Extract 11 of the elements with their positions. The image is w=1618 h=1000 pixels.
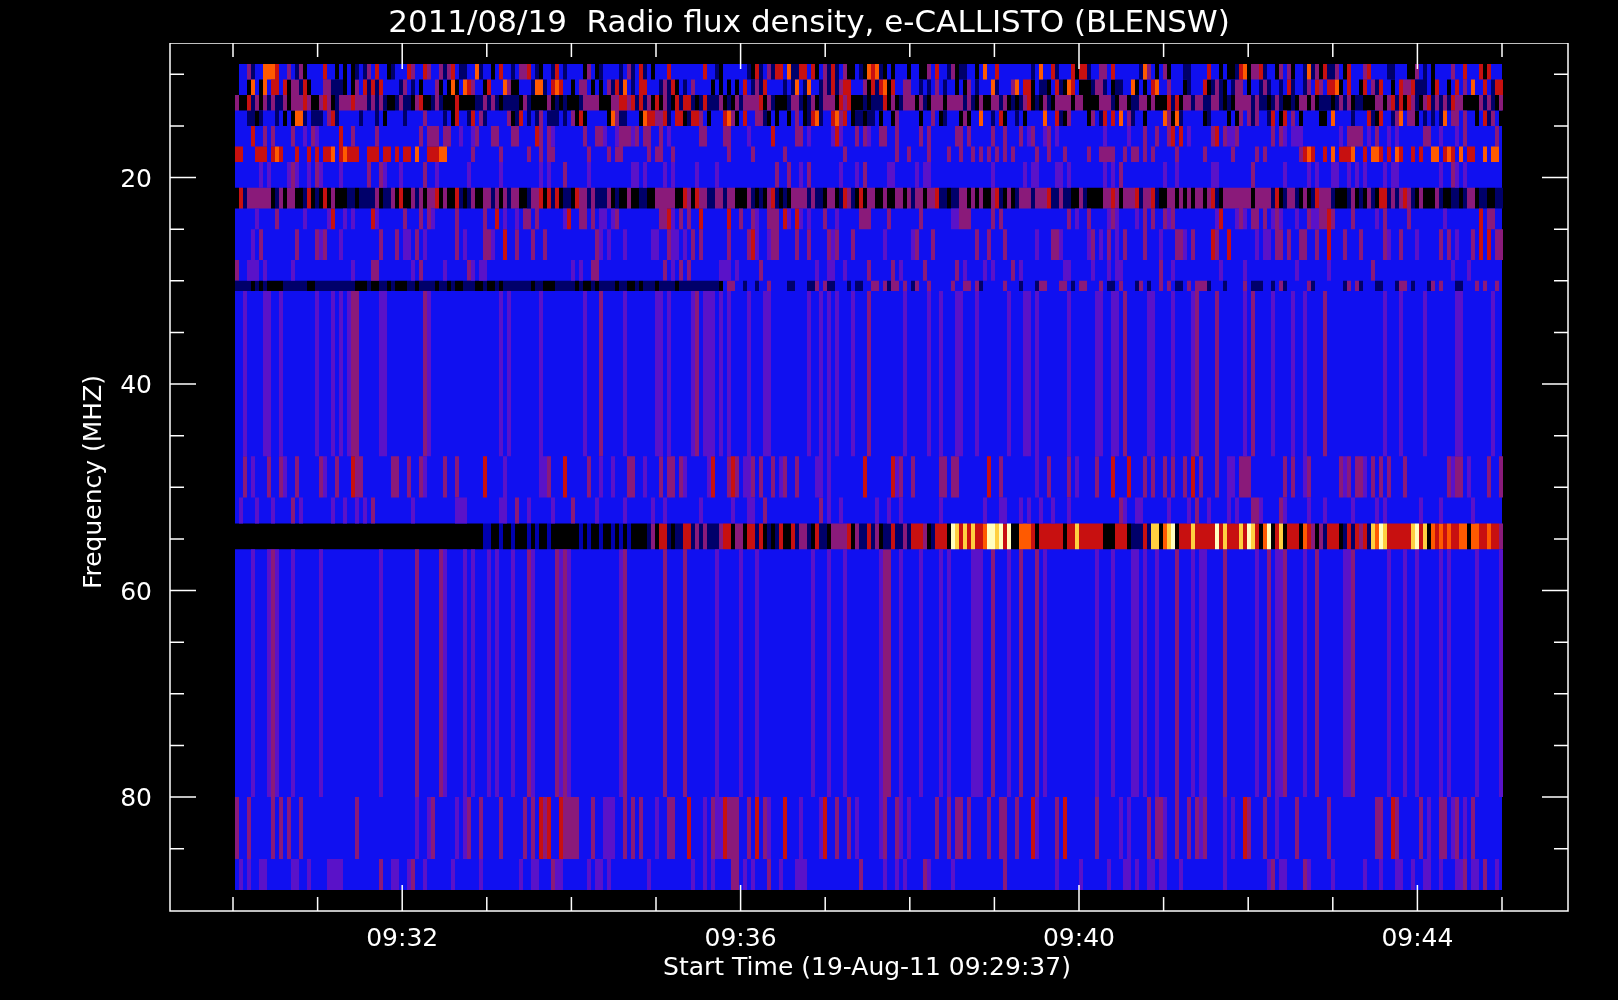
tick-label: 09:32 xyxy=(366,923,439,952)
tick-label: 09:36 xyxy=(704,923,777,952)
tick-label: 60 xyxy=(120,576,152,606)
tick-label: 20 xyxy=(120,163,152,193)
tick-label: 40 xyxy=(120,370,152,399)
axis-label: Frequency (MHZ) xyxy=(78,374,107,590)
axis-label: Start Time (19-Aug-11 09:29:37) xyxy=(663,952,1071,981)
plot-title: 2011/08/19 Radio flux density, e-CALLISTO (BLENSW) xyxy=(388,6,1230,37)
tick-label: 09:44 xyxy=(1381,923,1454,952)
tick-label: 80 xyxy=(120,783,152,812)
tick-label: 09:40 xyxy=(1043,923,1115,952)
